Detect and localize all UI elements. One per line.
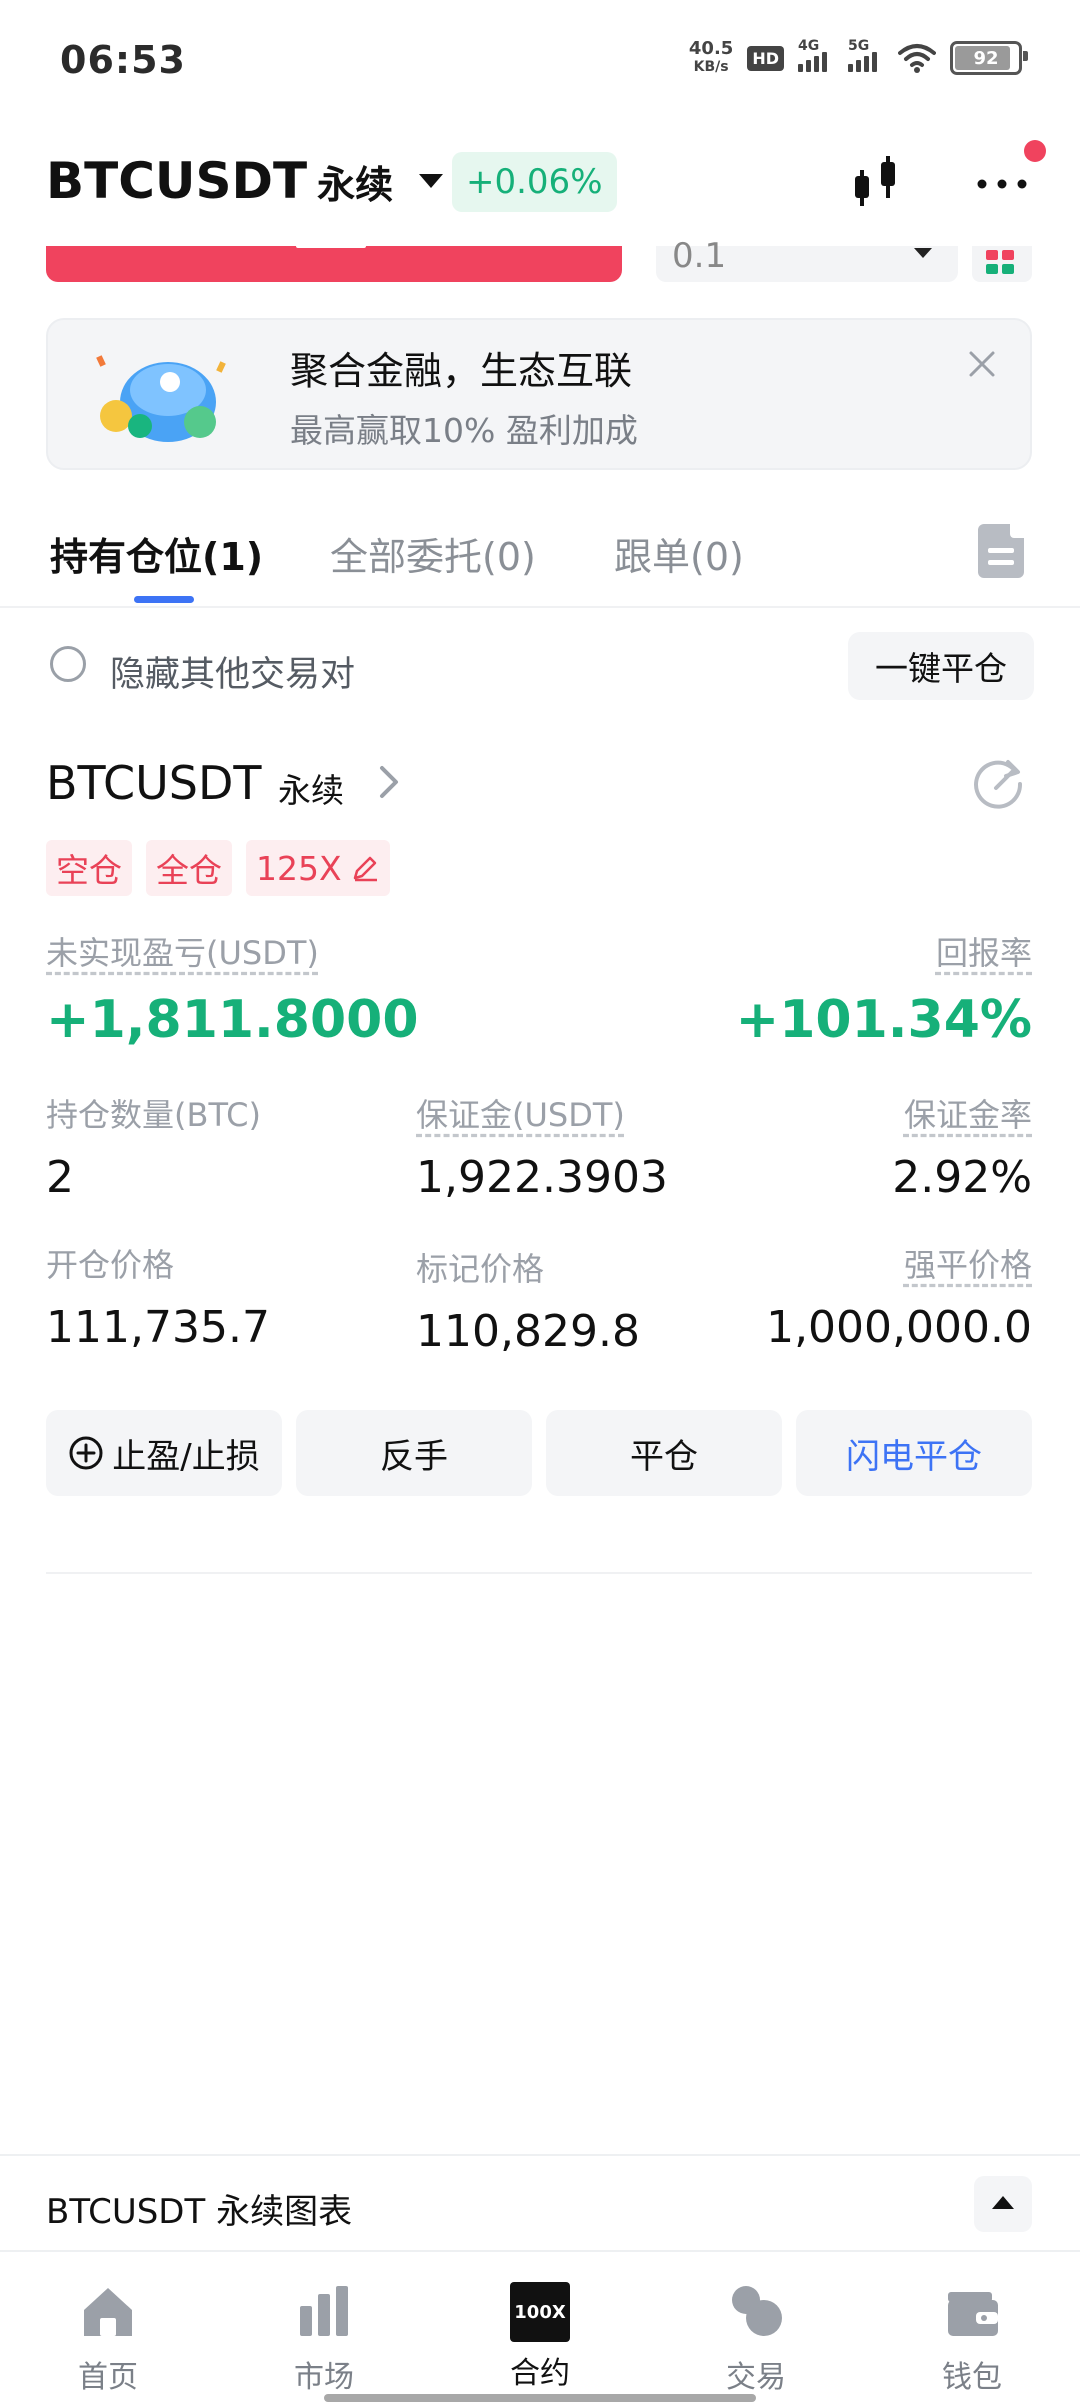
position-contract-type: 永续	[278, 771, 344, 810]
symbol-selector[interactable]: BTCUSDT 永续	[46, 152, 444, 210]
liq-price-value: 1,000,000.0	[766, 1302, 1032, 1353]
tp-sl-label: 止盈/止损	[112, 1436, 260, 1477]
futures-badge: 100X	[514, 2301, 566, 2323]
unrealized-pnl-value: +1,811.8000	[46, 990, 419, 1050]
mark-price-label: 标记价格	[416, 1250, 545, 1288]
mark-price-value: 110,829.8	[416, 1306, 640, 1357]
document-icon[interactable]	[978, 524, 1024, 578]
home-indicator[interactable]	[324, 2394, 756, 2402]
net-speed-unit: KB/s	[693, 59, 729, 75]
net-speed: 40.5 KB/s	[689, 40, 733, 76]
candlestick-chart-icon[interactable]	[846, 152, 906, 212]
market-icon	[300, 2286, 348, 2336]
nav-item-wallet[interactable]: 钱包	[912, 2282, 1032, 2396]
tag-short: 空仓	[46, 840, 132, 896]
trade-icon	[732, 2286, 782, 2336]
price-change-badge: +0.06%	[452, 152, 617, 212]
tabs-divider	[0, 606, 1080, 608]
tab-indicator	[134, 596, 194, 603]
open-short-button[interactable]	[46, 238, 622, 282]
quantity-select[interactable]: 0.1	[656, 236, 958, 282]
unrealized-pnl-label[interactable]: 未实现盈亏(USDT)	[46, 928, 319, 974]
reverse-button[interactable]: 反手	[296, 1410, 532, 1496]
entry-price-label: 开仓价格	[46, 1246, 175, 1284]
sim1-label: 4G	[798, 38, 820, 54]
layout-grid-icon[interactable]	[972, 246, 1032, 282]
leverage-value: 125X	[256, 848, 342, 888]
entry-price-value: 111,735.7	[46, 1302, 270, 1353]
signal-4g-icon: 4G	[798, 38, 834, 72]
size-label: 持仓数量(BTC)	[46, 1096, 261, 1134]
card-divider	[46, 1572, 1032, 1574]
margin-ratio-value: 2.92%	[892, 1152, 1032, 1203]
margin-value: 1,922.3903	[416, 1152, 668, 1203]
header-symbol: BTCUSDT	[46, 152, 308, 210]
banner-subtitle: 最高赢取10% 盈利加成	[290, 411, 638, 450]
position-symbol[interactable]: BTCUSDT	[46, 756, 261, 810]
nav-label-wallet: 钱包	[942, 2360, 1002, 2395]
nav-label-market: 市场	[294, 2360, 354, 2395]
tp-sl-button[interactable]: 止盈/止损	[46, 1410, 282, 1496]
close-icon[interactable]	[968, 350, 996, 378]
roe-value: +101.34%	[735, 990, 1032, 1050]
hd-icon: HD	[747, 45, 784, 71]
status-icons: 40.5 KB/s HD 4G 5G 92	[689, 38, 1028, 76]
sim2-label: 5G	[848, 38, 870, 54]
edit-icon	[353, 856, 377, 882]
add-circle-icon	[69, 1436, 103, 1470]
nav-label-futures: 合约	[510, 2356, 570, 2391]
roe-label[interactable]: 回报率	[936, 928, 1032, 974]
header-contract-type: 永续	[317, 162, 394, 207]
quantity-value: 0.1	[672, 236, 727, 276]
more-icon[interactable]	[972, 166, 1032, 200]
wifi-icon	[898, 44, 936, 73]
wallet-icon	[948, 2292, 998, 2336]
nav-item-market[interactable]: 市场	[264, 2282, 384, 2396]
net-speed-value: 40.5	[688, 38, 734, 59]
tab-positions[interactable]: 持有仓位(1)	[50, 526, 263, 581]
caret-down-icon	[419, 174, 444, 188]
tab-copy-trading[interactable]: 跟单(0)	[614, 526, 744, 581]
close-position-button[interactable]: 平仓	[546, 1410, 782, 1496]
home-icon	[84, 2288, 132, 2336]
nav-label-home: 首页	[78, 2360, 138, 2395]
battery-icon: 92	[950, 41, 1028, 75]
nav-item-trade[interactable]: 交易	[696, 2282, 816, 2396]
nav-label-trade: 交易	[726, 2360, 786, 2395]
chevron-up-icon[interactable]	[974, 2176, 1032, 2232]
promo-illustration-icon	[96, 355, 226, 442]
chart-drawer-label: BTCUSDT 永续图表	[46, 2192, 353, 2232]
nav-item-home[interactable]: 首页	[48, 2282, 168, 2396]
share-icon[interactable]	[972, 754, 1028, 810]
status-time: 06:53	[60, 38, 186, 82]
flash-close-button[interactable]: 闪电平仓	[796, 1410, 1032, 1496]
banner-title: 聚合金融，生态互联	[290, 349, 633, 393]
chevron-right-icon[interactable]	[374, 760, 404, 804]
hide-other-pairs-checkbox[interactable]	[50, 646, 86, 682]
nav-item-futures[interactable]: 100X 合约	[480, 2282, 600, 2392]
leverage-tag[interactable]: 125X	[246, 840, 390, 896]
size-value: 2	[46, 1152, 74, 1203]
margin-ratio-label[interactable]: 保证金率	[904, 1090, 1032, 1136]
tab-open-orders[interactable]: 全部委托(0)	[330, 526, 536, 581]
futures-icon: 100X	[510, 2282, 570, 2342]
hide-other-pairs-label: 隐藏其他交易对	[110, 655, 356, 695]
signal-5g-icon: 5G	[848, 38, 884, 72]
battery-level: 92	[973, 47, 999, 69]
chevron-down-icon	[914, 248, 932, 258]
margin-label[interactable]: 保证金(USDT)	[416, 1090, 625, 1136]
notification-dot	[1024, 140, 1046, 162]
liq-price-label[interactable]: 强平价格	[904, 1240, 1032, 1286]
tag-cross-margin: 全仓	[146, 840, 232, 896]
close-all-button[interactable]: 一键平仓	[848, 632, 1034, 700]
